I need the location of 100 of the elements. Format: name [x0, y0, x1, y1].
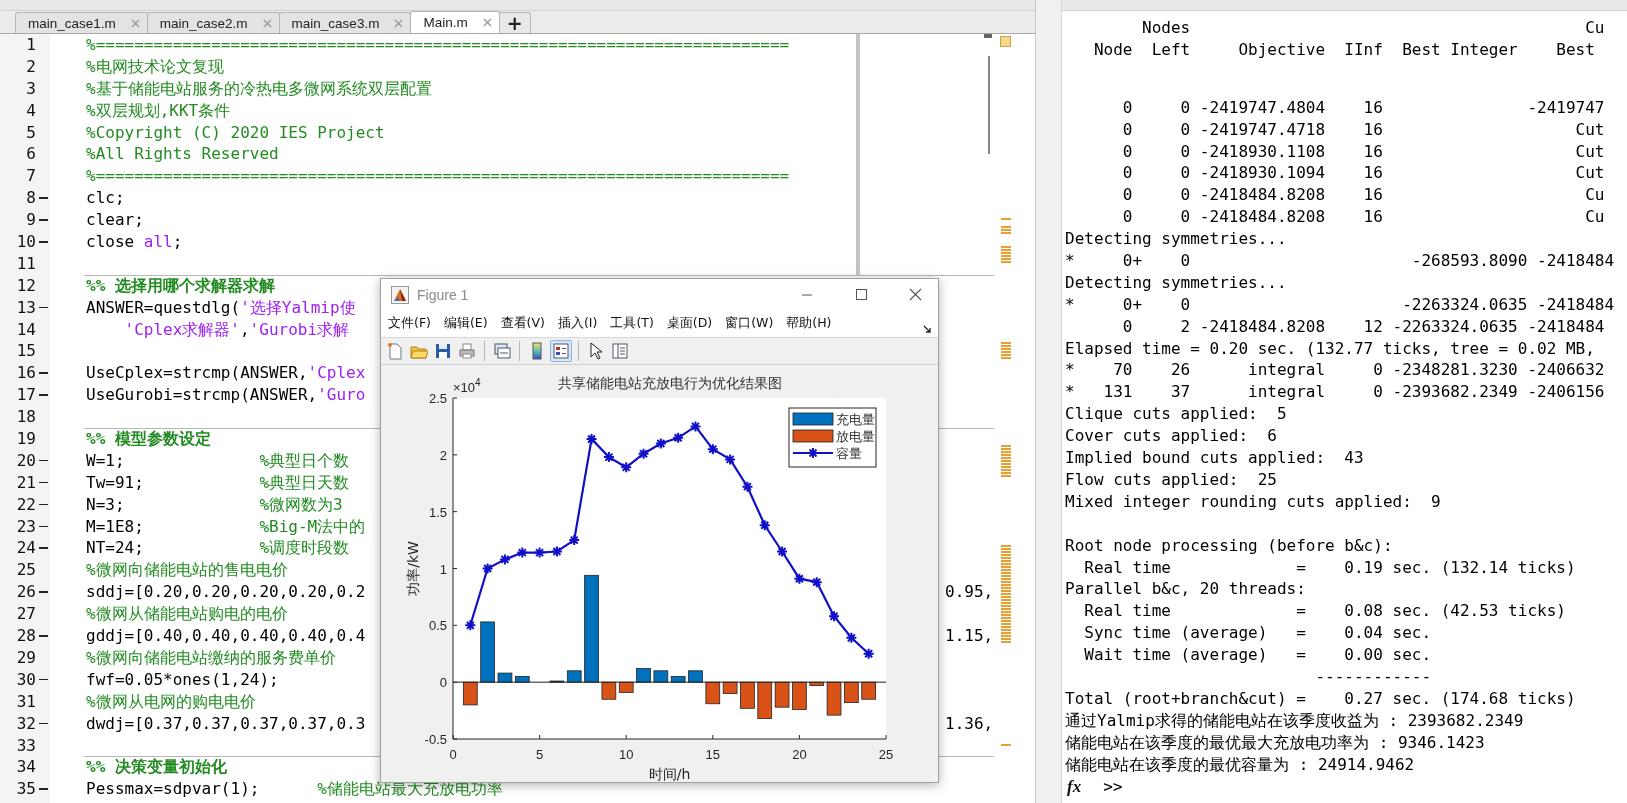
editor-tab[interactable]: main_case3.m: [278, 12, 412, 33]
line-number: 12: [15, 274, 36, 297]
window-title: Figure 1: [417, 286, 470, 303]
menu-item[interactable]: 文件(F): [388, 315, 431, 332]
menu-item[interactable]: 查看(V): [500, 315, 545, 332]
legend-label: 充电量: [836, 412, 875, 427]
output-line: Real time = 0.19 sec. (132.14 ticks): [1083, 556, 1577, 579]
menu-item[interactable]: 工具(T): [610, 315, 654, 332]
output-line: Wait time (average) = 0.00 sec.: [1083, 644, 1433, 667]
output-line: Detecting symmetries...: [1065, 228, 1288, 250]
line-number: 22: [15, 493, 36, 516]
line-number: 24: [15, 537, 36, 560]
code-line: %========================================================================: [86, 166, 790, 186]
tick-label: 0: [439, 675, 447, 691]
legend-swatch: [792, 429, 834, 443]
code-line: 'Cplex求解器','Gurobi求解: [123, 319, 350, 339]
tick-label: 5: [536, 747, 544, 762]
tick-label: -0.5: [424, 732, 447, 747]
line-number: 9: [25, 209, 36, 231]
breakpoint-dash[interactable]: [39, 503, 48, 506]
code-line: UseGurobi=strcmp(ANSWER,'Guro: [86, 385, 366, 405]
code-line: %微网向储能电站的售电电价: [86, 560, 288, 580]
output-line: Root node processing (before b&c):: [1065, 534, 1394, 557]
breakpoint-dash[interactable]: [39, 306, 48, 309]
legend-label: 容量: [836, 446, 862, 461]
line-number: 7: [25, 165, 36, 188]
scroll-marker: [984, 34, 992, 38]
editor-tab[interactable]: Main.m: [410, 11, 500, 33]
scrollbar[interactable]: [856, 34, 860, 276]
tick-label: 15: [705, 747, 721, 762]
line-number: 18: [15, 406, 36, 429]
breakpoint-dash[interactable]: [39, 722, 48, 725]
scrollbar-thumb[interactable]: [988, 56, 990, 154]
code-line: M=1E8; %Big-M法中的: [86, 516, 366, 536]
line-number: 33: [15, 734, 36, 757]
code-line: %% 模型参数设定: [86, 429, 211, 449]
code-line: %微网从电网的购电电价: [86, 691, 256, 711]
output-line: 0 0 -2419747.4804 16 -2419747: [1121, 96, 1606, 119]
code-line: clc;: [86, 188, 125, 208]
close-icon: [394, 18, 404, 28]
chart-title: 共享储能电站充放电行为优化结果图: [557, 375, 782, 391]
breakpoint-dash[interactable]: [39, 525, 48, 528]
toolbar-button[interactable]: [491, 340, 513, 362]
code-line: 0.95,: [945, 581, 994, 604]
breakpoint-dash[interactable]: [39, 678, 48, 681]
menu-item[interactable]: 桌面(D): [666, 315, 713, 332]
code-line: Tw=91; %典型日天数: [86, 472, 350, 492]
line-number: 19: [15, 428, 36, 450]
output-line: ------------: [1314, 666, 1433, 688]
code-line: %% 选择用哪个求解器求解: [86, 275, 275, 295]
output-line: * 0+ 0 -268593.8090 -2418484: [1065, 250, 1616, 272]
bar: [757, 681, 773, 719]
close-icon: [262, 18, 272, 28]
function-browser-button[interactable]: fx: [1065, 776, 1084, 797]
bar: [636, 668, 651, 683]
code-line: N=3; %微网数为3: [86, 494, 343, 514]
line-number: 2: [25, 55, 36, 78]
toolbar-button[interactable]: [550, 340, 572, 362]
menu-item[interactable]: 编辑(E): [443, 315, 488, 332]
line-number: 3: [25, 77, 36, 100]
line-number: 34: [15, 756, 36, 779]
line-number: 13: [15, 296, 36, 319]
tick-label: 0.5: [428, 618, 447, 634]
code-line: %基于储能电站服务的冷热电多微网系统双层配置: [86, 78, 432, 98]
legend-label: 放电量: [836, 429, 875, 444]
tick-label: 2.5: [428, 391, 447, 406]
command-prompt[interactable]: >>: [1103, 777, 1123, 796]
menu-item[interactable]: 插入(I): [557, 315, 598, 332]
menu-item[interactable]: 帮助(H): [786, 315, 832, 332]
line-number: 1: [25, 34, 36, 56]
breakpoint-dash[interactable]: [39, 481, 48, 484]
line-number: 25: [15, 559, 36, 582]
editor-tab[interactable]: main_case2.m: [146, 12, 280, 33]
tick-label: 1: [439, 561, 447, 577]
line-number: 8: [25, 187, 36, 210]
legend-icon: [552, 342, 570, 360]
new-tab-button[interactable]: +: [498, 12, 531, 33]
printer-icon: [458, 342, 476, 360]
line-number: 15: [15, 340, 36, 363]
output-line: Real time = 0.08 sec. (42.53 ticks): [1083, 600, 1567, 623]
tick-label: 25: [878, 747, 894, 762]
code-line: fwf=0.05*ones(1,24);: [86, 669, 279, 689]
editor-tab[interactable]: main_case1.m: [15, 12, 148, 33]
line-number: 6: [25, 143, 36, 166]
breakpoint-dash[interactable]: [39, 459, 48, 462]
legend-swatch: [793, 447, 833, 459]
output-line: Elapsed time = 0.20 sec. (132.77 ticks, tree = 0.02 MB,: [1065, 337, 1596, 360]
line-number: 10: [15, 231, 36, 253]
output-line: 0 2 -2418484.8208 12 -2263324.0635 -2418484: [1121, 315, 1606, 338]
line-number: 28: [15, 625, 36, 647]
menu-item[interactable]: 窗口(W): [725, 315, 774, 332]
code-line: 1.15,: [945, 625, 994, 647]
code-line: %% 决策变量初始化: [86, 757, 227, 777]
new-file-icon: [386, 342, 404, 360]
line-number: 23: [15, 515, 36, 538]
output-line: 0 0 -2419747.4718 16 Cut: [1121, 118, 1606, 141]
output-line: Total (root+branch&cut) = 0.27 sec. (174.68 ticks): [1065, 687, 1577, 710]
code-line: %微网从储能电站购电的电价: [86, 604, 288, 624]
tick-label: 1.5: [428, 504, 447, 520]
cursor-icon: [587, 342, 605, 360]
